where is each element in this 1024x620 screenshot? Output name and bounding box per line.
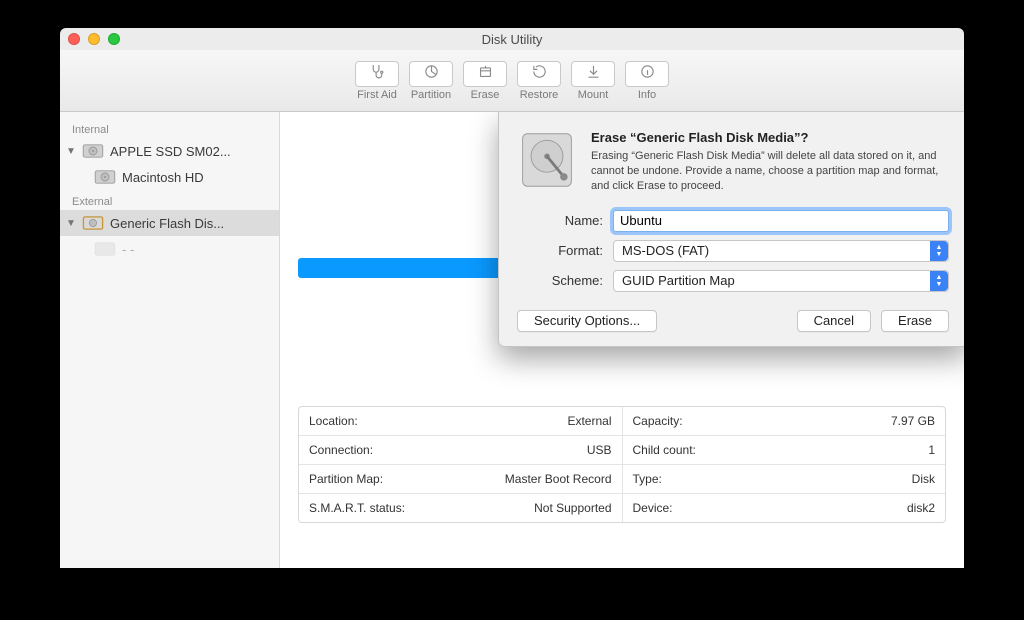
table-row: Partition Map: Master Boot Record Type: Di…	[299, 465, 945, 494]
dialog-title: Erase “Generic Flash Disk Media”?	[591, 130, 949, 145]
disclosure-triangle-icon[interactable]: ▼	[66, 146, 76, 157]
info-key: Device:	[633, 501, 673, 515]
security-options-button[interactable]: Security Options...	[517, 310, 657, 332]
format-select-value: MS-DOS (FAT)	[622, 243, 709, 258]
restore-button[interactable]	[517, 61, 561, 87]
stethoscope-icon	[369, 63, 386, 85]
first-aid-button[interactable]	[355, 61, 399, 87]
external-disk-icon	[82, 215, 104, 231]
sidebar-header-internal: Internal	[60, 118, 279, 138]
info-key: Location:	[309, 414, 358, 428]
info-value: USB	[587, 443, 612, 457]
sidebar-item-label: APPLE SSD SM02...	[110, 144, 271, 159]
dialog-body-text: Erasing “Generic Flash Disk Media” will …	[591, 149, 949, 194]
toolbar: First Aid Partition Erase	[60, 50, 964, 112]
cancel-button[interactable]: Cancel	[797, 310, 871, 332]
erase-label: Erase	[471, 89, 500, 101]
info-key: Capacity:	[633, 414, 683, 428]
info-value: disk2	[907, 501, 935, 515]
info-label: Info	[638, 89, 656, 101]
scheme-select[interactable]: GUID Partition Map ▲▼	[613, 270, 949, 292]
restore-icon	[531, 63, 548, 85]
sidebar-item-macintosh-hd[interactable]: Macintosh HD	[60, 164, 279, 190]
name-label: Name:	[517, 213, 613, 228]
info-button[interactable]	[625, 61, 669, 87]
info-value: Master Boot Record	[505, 472, 612, 486]
sidebar: Internal ▼ APPLE SSD SM02... Macintosh H…	[60, 112, 280, 568]
disk-info-table: Location: External Capacity: 7.97 GB Conne…	[298, 406, 946, 523]
info-value: External	[567, 414, 611, 428]
sidebar-item-untitled[interactable]: - -	[60, 236, 279, 262]
scheme-label: Scheme:	[517, 273, 613, 288]
sidebar-item-apple-ssd[interactable]: ▼ APPLE SSD SM02...	[60, 138, 279, 164]
hard-disk-icon	[517, 130, 577, 190]
volume-icon	[94, 169, 116, 185]
erase-icon	[477, 63, 494, 85]
mount-label: Mount	[578, 89, 609, 101]
titlebar: Disk Utility	[60, 28, 964, 50]
erase-button[interactable]	[463, 61, 507, 87]
erase-dialog: Erase “Generic Flash Disk Media”? Erasin…	[498, 112, 964, 347]
pie-icon	[423, 63, 440, 85]
partition-button[interactable]	[409, 61, 453, 87]
erase-confirm-button[interactable]: Erase	[881, 310, 949, 332]
sidebar-item-label: Macintosh HD	[122, 170, 271, 185]
format-select[interactable]: MS-DOS (FAT) ▲▼	[613, 240, 949, 262]
info-value: 7.97 GB	[891, 414, 935, 428]
scheme-select-value: GUID Partition Map	[622, 273, 735, 288]
volume-icon	[94, 241, 116, 257]
info-key: Partition Map:	[309, 472, 383, 486]
name-input[interactable]	[613, 210, 949, 232]
chevron-updown-icon: ▲▼	[930, 241, 948, 261]
mount-button[interactable]	[571, 61, 615, 87]
table-row: Connection: USB Child count: 1	[299, 436, 945, 465]
info-key: Child count:	[633, 443, 696, 457]
info-value: Disk	[912, 472, 935, 486]
internal-disk-icon	[82, 143, 104, 159]
sidebar-item-label: Generic Flash Dis...	[110, 216, 271, 231]
info-icon	[639, 63, 656, 85]
chevron-updown-icon: ▲▼	[930, 271, 948, 291]
info-value: Not Supported	[534, 501, 611, 515]
disclosure-triangle-icon[interactable]: ▼	[66, 218, 76, 229]
disk-utility-window: Disk Utility First Aid Partition	[60, 28, 964, 568]
content-pane: Location: External Capacity: 7.97 GB Conne…	[280, 112, 964, 568]
sidebar-header-external: External	[60, 190, 279, 210]
sidebar-item-generic-flash[interactable]: ▼ Generic Flash Dis...	[60, 210, 279, 236]
restore-label: Restore	[520, 89, 559, 101]
format-label: Format:	[517, 243, 613, 258]
table-row: S.M.A.R.T. status: Not Supported Device: d…	[299, 494, 945, 522]
partition-label: Partition	[411, 89, 451, 101]
info-key: Type:	[633, 472, 662, 486]
sidebar-item-label: - -	[122, 242, 271, 257]
info-key: Connection:	[309, 443, 373, 457]
table-row: Location: External Capacity: 7.97 GB	[299, 407, 945, 436]
first-aid-label: First Aid	[357, 89, 397, 101]
window-title: Disk Utility	[60, 32, 964, 47]
info-key: S.M.A.R.T. status:	[309, 501, 405, 515]
info-value: 1	[928, 443, 935, 457]
mount-icon	[585, 63, 602, 85]
